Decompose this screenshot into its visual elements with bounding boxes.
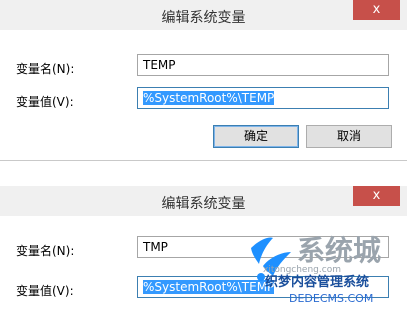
close-icon: x — [372, 2, 381, 17]
variable-value-label: 变量值(V): — [16, 95, 74, 109]
variable-name-label: 变量名(N): — [16, 62, 75, 76]
close-button[interactable]: x — [353, 0, 400, 20]
watermark-url-text: xitongcheng.com — [263, 265, 341, 275]
ok-button[interactable]: 确定 — [213, 125, 299, 148]
variable-value-selected-text: %SystemRoot%\TEMP — [143, 91, 275, 105]
close-button[interactable]: x — [353, 186, 400, 206]
watermark-brand-text: 系统城 — [297, 234, 381, 267]
dialog-title: 编辑系统变量 — [161, 10, 246, 26]
watermark-cms-text: 织梦内容管理系统 — [265, 274, 369, 290]
close-icon: x — [372, 188, 381, 203]
variable-name-field[interactable]: TEMP — [137, 54, 389, 76]
edit-system-variable-dialog: 编辑系统变量 x 变量名(N): TEMP 变量值(V): %SystemRoo… — [0, 0, 407, 161]
watermark: 系统城 xitongcheng.com 织梦内容管理系统 DEDECMS.COM — [215, 214, 407, 310]
dialog-title: 编辑系统变量 — [161, 196, 246, 212]
dialog-titlebar: 编辑系统变量 x — [0, 0, 407, 30]
dialog-content: 变量名(N): TEMP 变量值(V): %SystemRoot%\TEMP 确… — [0, 30, 407, 160]
watermark-logo-icon: 系统城 xitongcheng.com 织梦内容管理系统 DEDECMS.COM — [251, 234, 381, 305]
variable-name-label: 变量名(N): — [16, 244, 75, 258]
watermark-domain-text: DEDECMS.COM — [289, 292, 373, 305]
variable-name-value: TEMP — [143, 58, 176, 72]
dialog-titlebar: 编辑系统变量 x — [0, 186, 407, 216]
cancel-button[interactable]: 取消 — [306, 125, 392, 148]
variable-name-value: TMP — [143, 240, 168, 254]
variable-value-label: 变量值(V): — [16, 284, 74, 298]
variable-value-field[interactable]: %SystemRoot%\TEMP — [137, 87, 389, 109]
